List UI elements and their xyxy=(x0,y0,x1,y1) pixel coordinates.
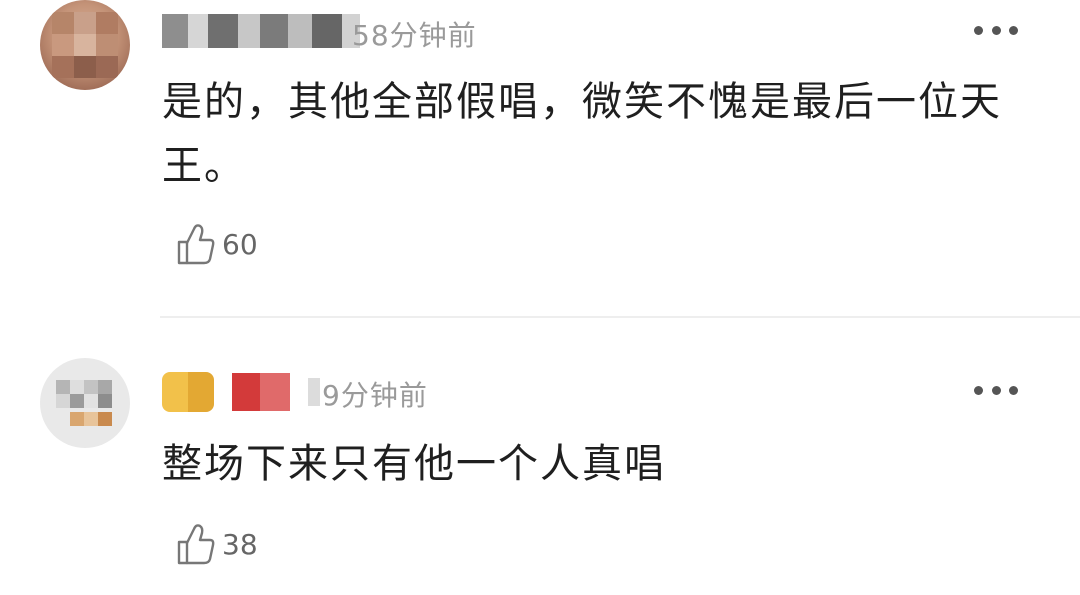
comment-time: 58分钟前 xyxy=(352,19,477,52)
divider xyxy=(160,316,1080,318)
comment-text: 整场下来只有他一个人真唱 xyxy=(162,441,666,487)
more-horizontal-icon[interactable] xyxy=(974,23,1018,37)
username-blurred[interactable] xyxy=(162,14,360,48)
avatar[interactable] xyxy=(40,358,130,448)
comment-item: 58分钟前 是的，其他全部假唱，微笑不愧是最后一位天王。 60 xyxy=(0,0,1080,318)
thumbs-up-icon xyxy=(177,224,215,265)
like-count: 38 xyxy=(222,527,258,561)
comment-text: 是的，其他全部假唱，微笑不愧是最后一位天王。 xyxy=(162,79,1002,189)
like-button[interactable]: 60 xyxy=(176,222,258,266)
like-count: 60 xyxy=(222,227,258,261)
username-blurred[interactable] xyxy=(162,372,320,412)
like-button[interactable]: 38 xyxy=(176,522,258,566)
avatar[interactable] xyxy=(40,0,130,90)
comment-time: 9分钟前 xyxy=(322,379,428,412)
more-horizontal-icon[interactable] xyxy=(974,383,1018,397)
thumbs-up-icon xyxy=(177,524,215,565)
